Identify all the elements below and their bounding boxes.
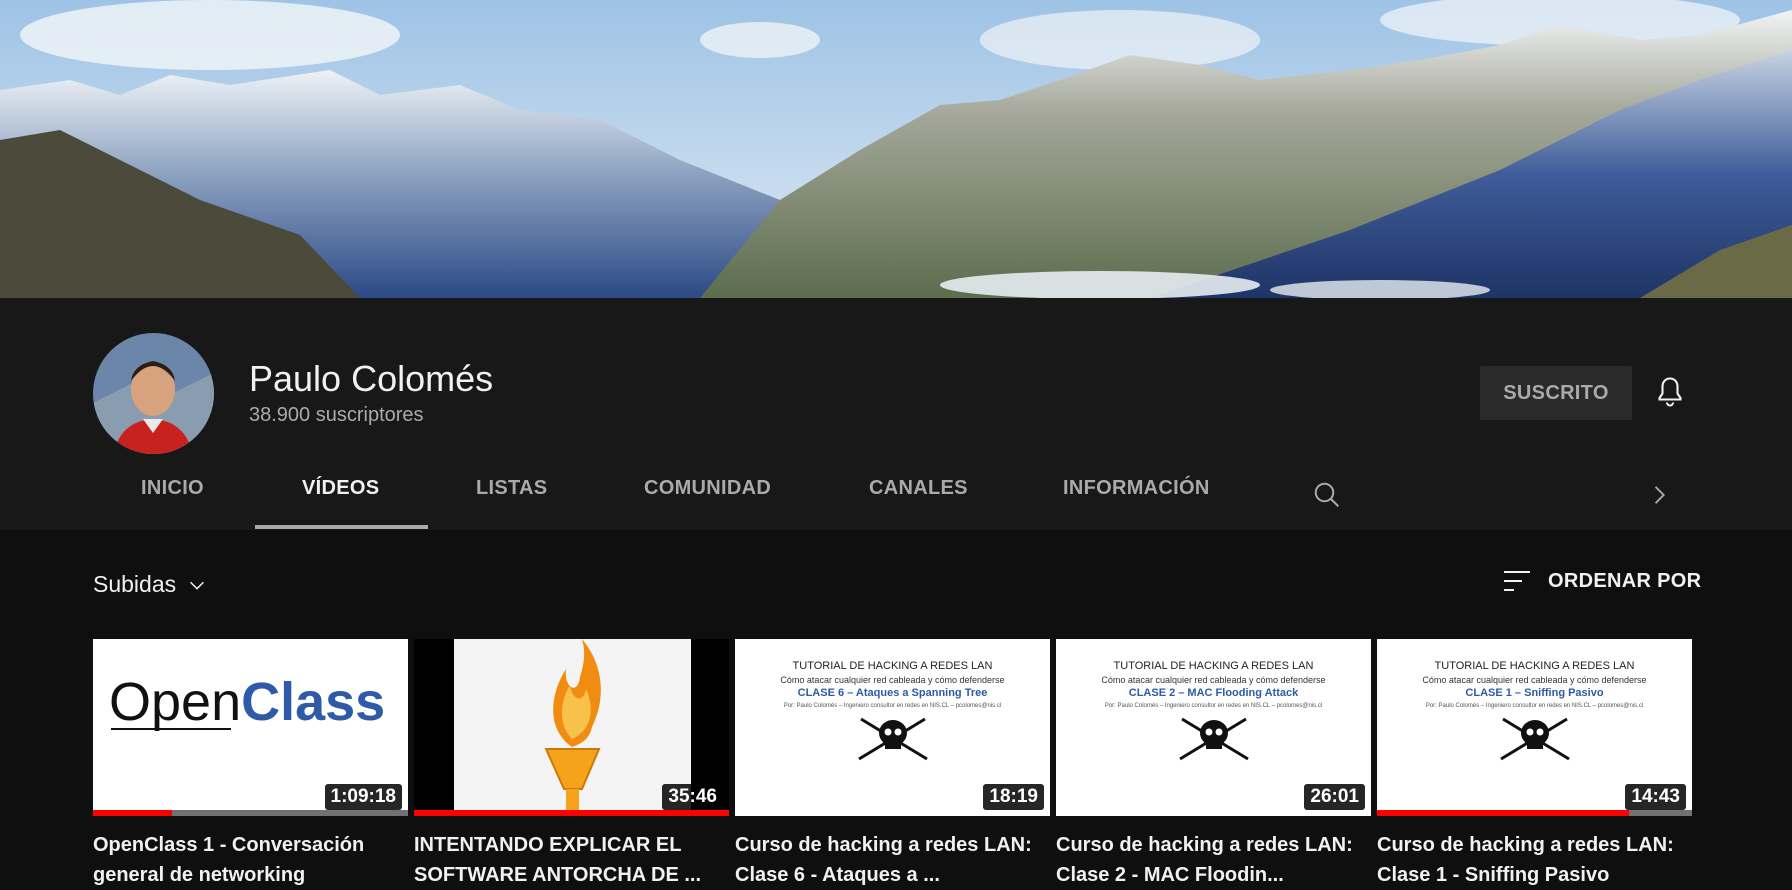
thumb-class-title: CLASE 6 – Ataques a Spanning Tree <box>797 687 988 699</box>
thumb-heading: TUTORIAL DE HACKING A REDES LAN <box>1434 660 1635 672</box>
video-card[interactable]: 35:46 INTENTANDO EXPLICAR EL SOFTWARE AN… <box>414 639 729 890</box>
video-title[interactable]: INTENTANDO EXPLICAR EL SOFTWARE ANTORCHA… <box>414 830 729 890</box>
video-card[interactable]: TUTORIAL DE HACKING A REDES LAN Cómo ata… <box>1377 639 1692 890</box>
watch-progress <box>414 810 729 816</box>
uploads-filter-dropdown[interactable]: Subidas <box>93 571 208 598</box>
video-thumbnail[interactable]: 35:46 <box>414 639 729 816</box>
pirate-skull-icon <box>1179 717 1249 761</box>
thumb-class-title: CLASE 2 – MAC Flooding Attack <box>1128 687 1299 699</box>
video-duration: 35:46 <box>662 784 723 810</box>
thumb-subheading: Cómo atacar cualquier red cableada y cóm… <box>780 675 1005 685</box>
video-title[interactable]: Curso de hacking a redes LAN: Clase 2 - … <box>1056 830 1371 890</box>
chevron-down-icon <box>190 581 205 590</box>
video-duration: 1:09:18 <box>324 784 402 810</box>
watch-progress <box>1377 810 1692 816</box>
thumb-author: Por: Paulo Colomés – Ingeniero consultor… <box>783 703 1002 709</box>
video-duration: 14:43 <box>1625 784 1686 810</box>
openclass-underline <box>111 728 231 730</box>
tab-canales[interactable]: CANALES <box>869 477 968 500</box>
video-duration: 26:01 <box>1304 784 1365 810</box>
search-icon[interactable] <box>1312 480 1342 510</box>
thumb-class-title: CLASE 1 – Sniffing Pasivo <box>1465 687 1604 699</box>
sort-button[interactable]: ORDENAR POR <box>1502 568 1701 594</box>
video-thumbnail[interactable]: TUTORIAL DE HACKING A REDES LAN Cómo ata… <box>1056 639 1371 816</box>
filter-label: Subidas <box>93 571 177 597</box>
channel-tabs: INICIO VÍDEOS LISTAS COMUNIDAD CANALES I… <box>0 445 1792 530</box>
thumb-subheading: Cómo atacar cualquier red cableada y cóm… <box>1101 675 1326 685</box>
video-thumbnail[interactable]: OpenClass 1:09:18 <box>93 639 408 816</box>
video-thumbnail[interactable]: TUTORIAL DE HACKING A REDES LAN Cómo ata… <box>735 639 1050 816</box>
thumb-author: Por: Paulo Colomés – Ingeniero consultor… <box>1425 703 1644 709</box>
pirate-skull-icon <box>1500 717 1570 761</box>
video-title[interactable]: Curso de hacking a redes LAN: Clase 1 - … <box>1377 830 1692 890</box>
sort-icon <box>1504 571 1530 591</box>
tab-listas[interactable]: LISTAS <box>476 477 547 500</box>
thumb-heading: TUTORIAL DE HACKING A REDES LAN <box>792 660 993 672</box>
video-thumbnail[interactable]: TUTORIAL DE HACKING A REDES LAN Cómo ata… <box>1377 639 1692 816</box>
openclass-logo: OpenClass <box>109 672 386 732</box>
video-title[interactable]: OpenClass 1 - Conversación general de ne… <box>93 830 408 890</box>
subscriber-count: 38.900 suscriptores <box>249 404 424 426</box>
bell-icon[interactable] <box>1652 374 1688 410</box>
video-card[interactable]: TUTORIAL DE HACKING A REDES LAN Cómo ata… <box>1056 639 1371 890</box>
video-card[interactable]: OpenClass 1:09:18 OpenClass 1 - Conversa… <box>93 639 408 890</box>
channel-name: Paulo Colomés <box>249 358 494 399</box>
video-card[interactable]: TUTORIAL DE HACKING A REDES LAN Cómo ata… <box>735 639 1050 890</box>
watch-progress <box>93 810 408 816</box>
mountain-banner-image <box>0 0 1792 298</box>
thumb-heading: TUTORIAL DE HACKING A REDES LAN <box>1113 660 1314 672</box>
thumb-subheading: Cómo atacar cualquier red cableada y cóm… <box>1422 675 1647 685</box>
thumbnail-canvas <box>454 639 691 816</box>
tab-videos[interactable]: VÍDEOS <box>302 477 379 500</box>
sort-label: ORDENAR POR <box>1548 569 1702 592</box>
tab-inicio[interactable]: INICIO <box>141 477 204 500</box>
tab-comunidad[interactable]: COMUNIDAD <box>644 477 771 500</box>
video-title[interactable]: Curso de hacking a redes LAN: Clase 6 - … <box>735 830 1050 890</box>
channel-banner <box>0 0 1792 298</box>
subscribed-button[interactable]: SUSCRITO <box>1480 366 1632 420</box>
pirate-skull-icon <box>858 717 928 761</box>
torch-image <box>544 639 601 816</box>
thumb-author: Por: Paulo Colomés – Ingeniero consultor… <box>1104 703 1323 709</box>
active-tab-indicator <box>255 525 428 529</box>
chevron-right-icon[interactable] <box>1645 481 1673 509</box>
tab-informacion[interactable]: INFORMACIÓN <box>1063 477 1210 500</box>
channel-avatar[interactable] <box>93 333 214 454</box>
video-duration: 18:19 <box>983 784 1044 810</box>
